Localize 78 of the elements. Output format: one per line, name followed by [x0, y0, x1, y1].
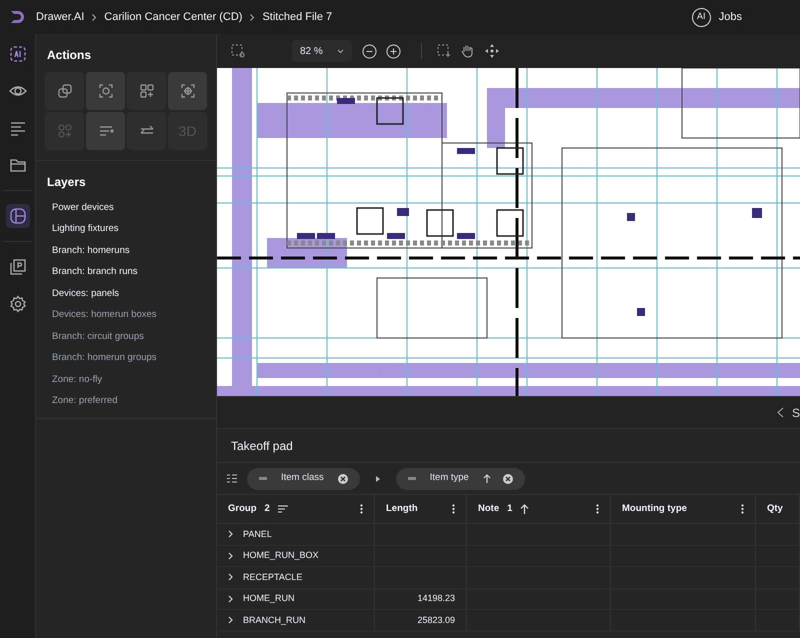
layer-item[interactable]: Branch: circuit groups: [52, 326, 200, 348]
grouping-chip[interactable]: Item type: [396, 468, 525, 490]
sort-up-icon[interactable]: [482, 474, 491, 483]
add-selection-icon[interactable]: [437, 44, 451, 58]
expand-icon[interactable]: [228, 573, 233, 582]
expand-icon[interactable]: [228, 594, 233, 603]
column-header[interactable]: Mounting type: [611, 495, 756, 523]
table-cell-text: RECEPTACLE: [243, 570, 302, 584]
table-cell-text: PANEL: [243, 528, 272, 540]
breadcrumb-link[interactable]: Carilion Cancer Center (CD): [104, 8, 242, 26]
sort-lines-icon[interactable]: [278, 505, 288, 513]
tool-button[interactable]: [45, 72, 84, 110]
jobs-link[interactable]: Jobs: [718, 8, 742, 26]
layer-item[interactable]: Power devices: [52, 197, 200, 218]
copy-icon: [56, 82, 74, 100]
group-by-icon[interactable]: [227, 474, 237, 483]
panel-title: Takeoff pad: [217, 429, 800, 463]
grouping-chip[interactable]: Item class: [247, 468, 360, 490]
zoom-dropdown[interactable]: 82 %: [292, 40, 352, 62]
remove-icon[interactable]: [338, 474, 348, 484]
layer-item[interactable]: Branch: branch runs: [52, 262, 200, 283]
logo-icon[interactable]: [9, 9, 27, 25]
tool-button[interactable]: [127, 72, 166, 110]
layer-item[interactable]: Lighting fixtures: [52, 218, 200, 240]
sort-order-label: 2: [264, 502, 270, 516]
drag-handle-icon[interactable]: [408, 477, 416, 480]
focus-icon: [96, 82, 114, 100]
table-cell-text: 25823.09: [417, 614, 455, 626]
chevron-icon: [337, 48, 344, 54]
table-cell-text: 14198.23: [417, 592, 455, 605]
hand-icon[interactable]: [461, 44, 474, 58]
avatar[interactable]: AI: [692, 8, 711, 26]
layer-item[interactable]: Branch: homerun groups: [52, 348, 200, 369]
more-icon[interactable]: [741, 504, 744, 514]
expand-icon[interactable]: [228, 616, 233, 624]
remove-icon[interactable]: [502, 474, 513, 484]
section-title: Actions: [46, 47, 92, 64]
chevron-right-icon: [250, 14, 254, 20]
chevron-left-icon[interactable]: [776, 407, 784, 418]
table-cell-text: HOME_RUN_BOX: [243, 549, 319, 562]
layer-item[interactable]: Devices: panels: [52, 283, 200, 304]
chevron-right-icon: [92, 14, 96, 20]
zoom-in-icon[interactable]: [386, 44, 401, 58]
panel-tab[interactable]: S: [792, 404, 800, 422]
drag-handle-icon[interactable]: [259, 477, 267, 480]
layer-item[interactable]: Zone: preferred: [52, 390, 200, 412]
circles-plus-icon: [56, 122, 74, 140]
section-title: Layers: [46, 174, 87, 191]
column-header[interactable]: Note 1: [467, 495, 611, 523]
selection-icon[interactable]: [231, 44, 245, 58]
expand-icon[interactable]: [228, 530, 233, 538]
caret-icon: [376, 476, 380, 482]
more-icon[interactable]: [452, 504, 455, 514]
floor-plan-drawing[interactable]: [217, 68, 800, 396]
layers-icon[interactable]: [6, 204, 30, 228]
sort-order-label: 1: [507, 502, 512, 516]
move-icon[interactable]: [485, 44, 499, 58]
tool-button[interactable]: [86, 72, 125, 110]
column-header[interactable]: Qty: [756, 495, 800, 523]
tool-button[interactable]: [168, 72, 207, 110]
layer-item[interactable]: Zone: no-fly: [52, 369, 200, 390]
column-header[interactable]: Length: [375, 495, 467, 523]
layer-item[interactable]: Branch: homeruns: [52, 240, 200, 262]
table-cell-text: HOME_RUN: [243, 592, 295, 605]
tool-button[interactable]: [86, 112, 125, 150]
zoom-out-icon[interactable]: [362, 44, 377, 58]
grid-plus-icon: [138, 82, 156, 100]
expand-icon[interactable]: [228, 552, 233, 560]
layer-item[interactable]: Devices: homerun boxes: [52, 304, 200, 326]
more-icon[interactable]: [596, 504, 599, 514]
table-cell: BRANCH_RUN: [243, 614, 306, 627]
breadcrumb-link[interactable]: Drawer.AI: [36, 8, 84, 26]
tool-button[interactable]: [127, 112, 166, 150]
sort-up-icon[interactable]: [520, 504, 530, 514]
crosshair-icon: [178, 82, 196, 100]
column-header[interactable]: Group 2: [217, 495, 375, 523]
breadcrumb-link[interactable]: Stitched File 7: [262, 8, 332, 26]
more-icon[interactable]: [360, 504, 363, 514]
